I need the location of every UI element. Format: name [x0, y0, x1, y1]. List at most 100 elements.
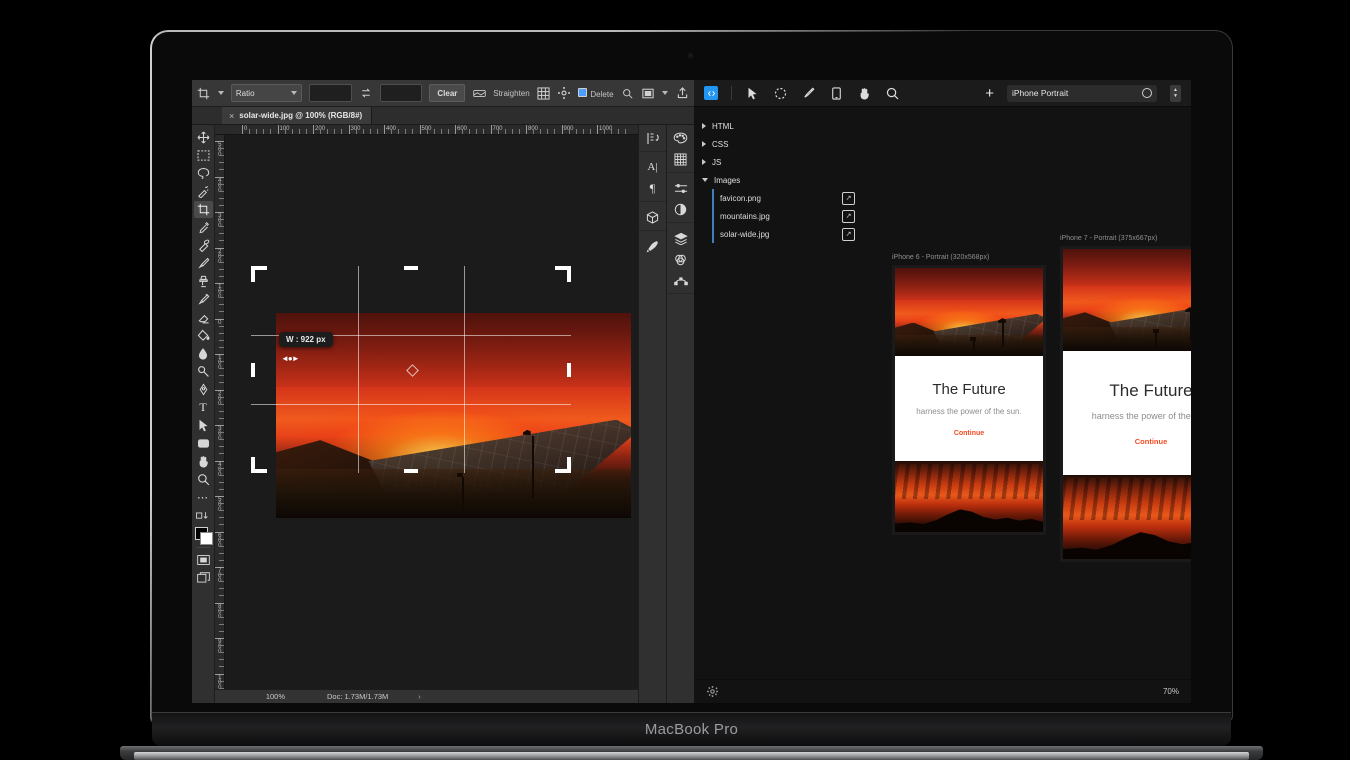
quick-selection-tool[interactable]	[194, 183, 213, 200]
hand-tool[interactable]	[194, 453, 213, 470]
workspace-icon[interactable]	[641, 85, 655, 101]
tree-node-html[interactable]: HTML	[702, 117, 812, 135]
gear-icon[interactable]	[1142, 88, 1152, 98]
path-selection-tool[interactable]	[194, 417, 213, 434]
device-screen[interactable]: The Future harness the power of the sun.…	[1063, 249, 1191, 559]
status-expand-arrow[interactable]: ›	[388, 692, 421, 701]
zoom-tool[interactable]	[194, 471, 213, 488]
continue-link[interactable]: Continue	[954, 430, 984, 437]
crop-height-input[interactable]	[380, 84, 423, 102]
swap-arrows-icon[interactable]	[359, 85, 373, 101]
history-brush-tool[interactable]	[194, 291, 213, 308]
rectangle-shape-tool[interactable]	[194, 435, 213, 452]
crop-handle-bottom-center[interactable]	[404, 469, 418, 473]
grid-overlay-icon[interactable]	[537, 85, 551, 101]
crop-handle-right-middle[interactable]	[567, 363, 571, 377]
crop-handle-bottom-left-v[interactable]	[251, 457, 255, 473]
gear-icon[interactable]	[706, 686, 718, 698]
hand-icon[interactable]	[857, 86, 872, 101]
gear-icon[interactable]	[558, 85, 572, 101]
crop-tool[interactable]	[194, 201, 213, 218]
more-tools-icon[interactable]: ⋯	[194, 489, 213, 506]
layers-panel-icon[interactable]	[670, 229, 691, 247]
preview-zoom-level[interactable]: 70%	[1163, 687, 1179, 696]
edit-toolbar-icon[interactable]	[194, 507, 213, 524]
background-color-swatch[interactable]	[200, 532, 213, 545]
rectangular-marquee-tool[interactable]	[194, 147, 213, 164]
crop-width-input[interactable]	[309, 84, 352, 102]
straighten-label[interactable]: Straighten	[493, 89, 529, 98]
paths-panel-icon[interactable]	[670, 271, 691, 289]
foreground-background-swatches[interactable]	[195, 527, 212, 544]
blur-tool[interactable]	[194, 345, 213, 362]
eyedropper-tool[interactable]	[194, 219, 213, 236]
brush-tool[interactable]	[194, 255, 213, 272]
crop-tool-icon[interactable]	[197, 85, 211, 101]
device-preset-select[interactable]: iPhone Portrait	[1007, 85, 1157, 102]
3d-panel-icon[interactable]	[642, 208, 663, 226]
straighten-icon[interactable]	[472, 85, 486, 101]
chevron-down-icon[interactable]	[662, 91, 668, 95]
close-icon[interactable]: ×	[229, 111, 234, 121]
add-device-button[interactable]: +	[985, 86, 994, 101]
chevron-down-icon[interactable]	[702, 178, 708, 182]
chevron-down-icon[interactable]	[218, 91, 224, 95]
masks-panel-icon[interactable]	[670, 200, 691, 218]
crop-handle-left-middle[interactable]	[251, 363, 255, 377]
search-icon[interactable]	[621, 85, 635, 101]
ruler-minor-tick	[219, 184, 224, 185]
delete-cropped-checkbox[interactable]: Delete	[578, 88, 613, 99]
chevron-right-icon[interactable]	[702, 141, 706, 147]
preview-canvas[interactable]: iPhone 6 - Portrait (320x568px)	[812, 107, 1191, 679]
chevron-right-icon[interactable]	[702, 123, 706, 129]
pen-tool[interactable]	[194, 381, 213, 398]
crop-handle-top-left-v[interactable]	[251, 266, 255, 282]
screen-mode-icon[interactable]	[194, 569, 213, 586]
crop-handle-top-center[interactable]	[404, 266, 418, 270]
ratio-select[interactable]: Ratio	[231, 84, 302, 102]
tree-node-images[interactable]: Images	[702, 171, 812, 189]
crop-handle-bottom-right-v[interactable]	[567, 457, 571, 473]
tree-node-js[interactable]: JS	[702, 153, 812, 171]
color-panel-icon[interactable]	[670, 129, 691, 147]
selection-icon[interactable]	[773, 86, 788, 101]
measure-panel-icon[interactable]	[642, 237, 663, 255]
chevron-right-icon[interactable]	[702, 159, 706, 165]
adjustments-panel-icon[interactable]	[670, 179, 691, 197]
continue-link[interactable]: Continue	[1135, 437, 1168, 446]
tree-item-mountains[interactable]: mountains.jpg ↗	[702, 207, 812, 225]
device-screen[interactable]: The Future harness the power of the sun.…	[895, 268, 1043, 532]
device-icon[interactable]	[829, 86, 844, 101]
clear-button[interactable]: Clear	[429, 84, 465, 102]
clone-stamp-tool[interactable]	[194, 273, 213, 290]
tree-item-solar-wide[interactable]: solar-wide.jpg ↗	[702, 225, 812, 243]
device-preview-iphone7[interactable]: iPhone 7 - Portrait (375x667px)	[1060, 235, 1191, 562]
document-tab-solar-wide[interactable]: × solar-wide.jpg @ 100% (RGB/8#)	[222, 107, 372, 124]
move-tool[interactable]	[194, 129, 213, 146]
lasso-tool[interactable]	[194, 165, 213, 182]
crop-handle-top-right-v[interactable]	[567, 266, 571, 282]
share-icon[interactable]	[675, 85, 689, 101]
code-brackets-icon[interactable]	[704, 86, 718, 100]
channels-panel-icon[interactable]	[670, 250, 691, 268]
search-icon[interactable]	[885, 86, 900, 101]
device-preview-iphone6[interactable]: iPhone 6 - Portrait (320x568px)	[892, 254, 1046, 535]
tree-node-css[interactable]: CSS	[702, 135, 812, 153]
crop-overlay[interactable]: W : 922 px ◄●►	[251, 266, 571, 473]
paint-bucket-tool[interactable]	[194, 327, 213, 344]
status-zoom-level[interactable]: 100%	[215, 692, 293, 701]
type-tool[interactable]: T	[194, 399, 213, 416]
stepper-icon[interactable]: ▲▼	[1170, 85, 1181, 102]
pointer-icon[interactable]	[745, 86, 760, 101]
swatches-panel-icon[interactable]	[670, 150, 691, 168]
quick-mask-icon[interactable]	[194, 551, 213, 568]
history-panel-icon[interactable]	[642, 129, 663, 147]
healing-brush-tool[interactable]	[194, 237, 213, 254]
character-panel-icon[interactable]: A|	[642, 158, 663, 176]
photoshop-canvas[interactable]: W : 922 px ◄●►	[225, 135, 638, 689]
pen-inspect-icon[interactable]	[801, 86, 816, 101]
paragraph-panel-icon[interactable]: ¶	[642, 179, 663, 197]
dodge-tool[interactable]	[194, 363, 213, 380]
eraser-tool[interactable]	[194, 309, 213, 326]
tree-item-favicon[interactable]: favicon.png ↗	[702, 189, 812, 207]
